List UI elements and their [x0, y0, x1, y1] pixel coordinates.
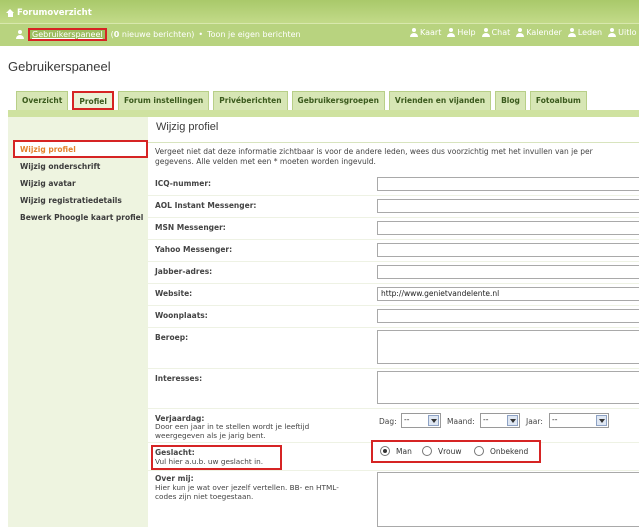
row-divider: [148, 283, 639, 284]
gender-male-radio[interactable]: [380, 446, 390, 456]
row-divider: [148, 327, 639, 328]
gender-female-label: Vrouw: [438, 447, 462, 456]
chevron-down-icon: [507, 415, 518, 426]
map-link[interactable]: Kaart: [410, 28, 441, 37]
location-input[interactable]: [377, 309, 639, 323]
logout-link[interactable]: Uitlo: [608, 28, 636, 37]
gender-unknown-radio[interactable]: [474, 446, 484, 456]
tab-profile[interactable]: Profiel: [72, 91, 114, 110]
gender-female-radio[interactable]: [422, 446, 432, 456]
breadcrumb: Forumoverzicht: [6, 6, 92, 20]
form-intro: Vergeet niet dat deze informatie zichtba…: [155, 147, 593, 166]
header-right-links: Kaart Help Chat Kalender Leden Uitlo: [410, 28, 636, 37]
occupation-textarea[interactable]: [377, 330, 639, 364]
occupation-label: Beroep:: [155, 333, 189, 342]
yahoo-label: Yahoo Messenger:: [155, 245, 233, 254]
month-label: Maand:: [447, 417, 475, 426]
about-textarea[interactable]: [377, 472, 639, 527]
user-icon: [16, 30, 24, 39]
msn-input[interactable]: [377, 221, 639, 235]
tab-private-messages[interactable]: Privéberichten: [213, 91, 288, 110]
calendar-icon: [516, 28, 525, 37]
website-input[interactable]: http://www.genietvandelente.nl: [377, 287, 639, 301]
forum-overview-link[interactable]: Forumoverzicht: [17, 8, 92, 18]
row-divider: [148, 195, 639, 196]
chevron-down-icon: [596, 415, 607, 426]
page-title: Gebruikerspaneel: [8, 59, 111, 74]
day-select[interactable]: --: [401, 413, 441, 428]
members-icon: [567, 28, 576, 37]
chat-icon: [481, 28, 490, 37]
aol-label: AOL Instant Messenger:: [155, 201, 257, 210]
year-select[interactable]: --: [549, 413, 609, 428]
yahoo-input[interactable]: [377, 243, 639, 257]
help-link[interactable]: Help: [447, 28, 476, 37]
chat-link[interactable]: Chat: [481, 28, 510, 37]
own-posts-link[interactable]: Toon je eigen berichten: [207, 30, 300, 39]
gender-label: Geslacht:: [155, 448, 195, 457]
sidebar-item-registration-details[interactable]: Wijzig registratiedetails: [13, 193, 148, 210]
gender-unknown-label: Onbekend: [490, 447, 529, 456]
interests-label: Interesses:: [155, 374, 203, 383]
location-label: Woonplaats:: [155, 311, 208, 320]
calendar-link[interactable]: Kalender: [516, 28, 562, 37]
day-label: Dag:: [379, 417, 397, 426]
interests-textarea[interactable]: [377, 371, 639, 404]
gender-help: Vul hier a.u.b. uw geslacht in.: [155, 457, 264, 466]
new-messages-info[interactable]: (0 nieuwe berichten): [111, 30, 195, 39]
msn-label: MSN Messenger:: [155, 223, 226, 232]
tab-blog[interactable]: Blog: [495, 91, 526, 110]
logout-icon: [608, 28, 617, 37]
gender-male-label: Man: [396, 447, 412, 456]
map-icon: [410, 28, 418, 37]
tab-user-groups[interactable]: Gebruikersgroepen: [291, 91, 385, 110]
icq-label: ICQ-nummer:: [155, 179, 212, 188]
about-help: Hier kun je wat over jezelf vertellen. B…: [155, 483, 339, 501]
row-divider: [148, 470, 639, 471]
sidebar-item-edit-avatar[interactable]: Wijzig avatar: [13, 176, 148, 193]
control-panel-link[interactable]: Gebruikerspaneel: [28, 28, 107, 41]
website-label: Website:: [155, 289, 193, 298]
form-title: Wijzig profiel: [156, 121, 219, 133]
about-label: Over mij:: [155, 474, 194, 483]
tab-underline: [8, 110, 639, 117]
form-divider: [148, 142, 639, 143]
tab-forum-settings[interactable]: Forum instellingen: [117, 91, 210, 110]
row-divider: [148, 305, 639, 306]
row-divider: [148, 368, 639, 369]
row-divider: [148, 239, 639, 240]
chevron-down-icon: [428, 415, 439, 426]
separator-bullet: •: [198, 30, 204, 39]
row-divider: [148, 261, 639, 262]
help-icon: [447, 28, 456, 37]
tab-bar: Overzicht Profiel Forum instellingen Pri…: [16, 91, 587, 110]
icq-input[interactable]: [377, 177, 639, 191]
jabber-label: Jabber-adres:: [155, 267, 213, 276]
sidebar: Wijzig profiel Wijzig onderschrift Wijzi…: [13, 140, 148, 227]
tab-photo-album[interactable]: Fotoalbum: [529, 91, 587, 110]
birthday-help: Door een jaar in te stellen wordt je lee…: [155, 422, 310, 440]
members-link[interactable]: Leden: [567, 28, 602, 37]
year-label: Jaar:: [526, 417, 543, 426]
home-icon: [6, 9, 14, 17]
row-divider: [148, 408, 639, 409]
row-divider: [148, 217, 639, 218]
user-links: Gebruikerspaneel (0 nieuwe berichten) • …: [16, 28, 301, 41]
month-select[interactable]: --: [480, 413, 520, 428]
jabber-input[interactable]: [377, 265, 639, 279]
sidebar-item-phoogle-map-profile[interactable]: Bewerk Phoogle kaart profiel: [13, 210, 148, 227]
aol-input[interactable]: [377, 199, 639, 213]
sidebar-item-edit-signature[interactable]: Wijzig onderschrift: [13, 159, 148, 176]
sidebar-item-edit-profile[interactable]: Wijzig profiel: [13, 140, 148, 158]
tab-friends-foes[interactable]: Vrienden en vijanden: [388, 91, 492, 110]
tab-overview[interactable]: Overzicht: [16, 91, 69, 110]
